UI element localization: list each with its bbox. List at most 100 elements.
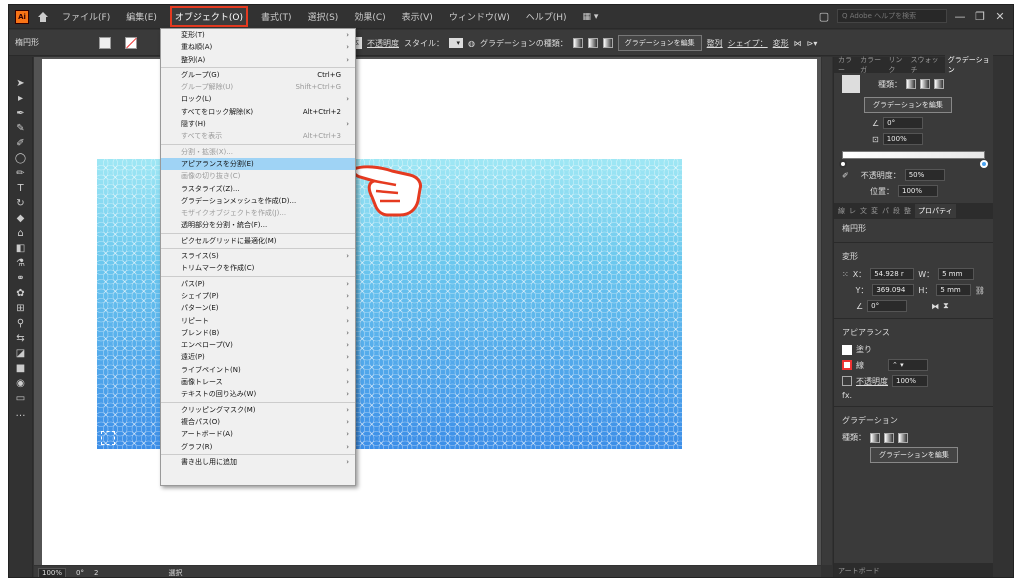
blend-tool-icon[interactable]: ⚭ — [14, 272, 28, 286]
draw-mode-icon[interactable]: ◉ — [14, 377, 28, 391]
prop-freeform-icon[interactable] — [898, 432, 908, 443]
stroke-swatch[interactable] — [125, 36, 137, 49]
object-menu-item[interactable]: リピート › — [161, 315, 355, 327]
object-menu-item[interactable]: シェイプ(P) › — [161, 290, 355, 302]
artboard[interactable] — [42, 59, 817, 565]
gradient-stop-right[interactable] — [980, 160, 988, 168]
tab-layers[interactable]: レ — [849, 206, 856, 216]
gradient-aspect-input[interactable]: 100% — [882, 133, 923, 145]
menu-window[interactable]: ウィンドウ(W) — [446, 8, 513, 25]
ellipse-tool-icon[interactable]: ◯ — [14, 152, 28, 166]
menu-help[interactable]: ヘルプ(H) — [523, 8, 570, 25]
gradient-edit-button[interactable]: グラデーションを編集 — [864, 97, 952, 113]
object-menu-item[interactable]: パターン(E) › — [161, 302, 355, 314]
brush-tool-icon[interactable]: ✐ — [14, 137, 28, 151]
object-menu-item[interactable]: 遠近(P) › — [161, 351, 355, 363]
tab-transform[interactable]: 変 — [871, 206, 878, 216]
tab-gradient[interactable]: グラデーション — [944, 53, 994, 77]
minimize-icon[interactable]: — — [953, 10, 967, 23]
zoom-tool-icon[interactable]: ⚲ — [14, 317, 28, 331]
fx-button[interactable]: fx. — [842, 391, 852, 400]
menu-file[interactable]: ファイル(F) — [59, 8, 113, 25]
swap-colors-icon[interactable]: ⇆ — [14, 332, 28, 346]
isolate-icon[interactable]: ⊳▾ — [807, 39, 818, 48]
tab-links[interactable]: リンク — [888, 55, 906, 75]
tab-pathfinder[interactable]: パ — [882, 206, 889, 216]
object-menu-item[interactable]: グラフ(R) › — [161, 441, 355, 453]
gradient-angle-input[interactable]: 0° — [883, 117, 924, 129]
linear-gradient-icon[interactable] — [572, 38, 583, 48]
object-menu-item[interactable]: ロック(L) › — [161, 93, 355, 105]
linear-type-icon[interactable] — [906, 79, 916, 89]
fill-swatch[interactable] — [99, 36, 111, 49]
radial-type-icon[interactable] — [920, 79, 930, 89]
artboard-tool-icon[interactable]: ⊞ — [14, 302, 28, 316]
object-menu-item[interactable]: ラスタライズ(Z)... — [161, 183, 355, 195]
align-label[interactable]: 整列 — [707, 38, 723, 49]
stroke-color-swatch[interactable] — [842, 360, 852, 370]
tab-swatches[interactable]: スウォッチ — [911, 55, 941, 75]
close-icon[interactable]: ✕ — [993, 10, 1007, 23]
rotate-input[interactable]: 0° — [867, 300, 908, 312]
object-menu-item[interactable]: ピクセルグリッドに最適化(M) — [161, 235, 355, 247]
opacity-label[interactable]: 不透明度 — [367, 38, 399, 49]
gradient-stop-left[interactable] — [839, 160, 847, 168]
pencil-tool-icon[interactable]: ✏ — [14, 167, 28, 181]
prop-linear-icon[interactable] — [870, 432, 880, 443]
object-menu-item[interactable]: 透明部分を分割・統合(F)... — [161, 219, 355, 231]
transform-icon[interactable]: ⋈ — [794, 39, 802, 48]
menu-edit[interactable]: 編集(E) — [123, 8, 160, 25]
object-menu-item[interactable]: スライス(S) › — [161, 250, 355, 262]
x-input[interactable]: 54.928 r — [870, 268, 915, 280]
shape-label[interactable]: シェイプ： — [728, 38, 768, 49]
prop-gradient-edit-button[interactable]: グラデーションを編集 — [870, 447, 958, 463]
pen-tool-icon[interactable]: ✒ — [14, 107, 28, 121]
object-menu-item[interactable]: ライブペイント(N) › — [161, 364, 355, 376]
object-menu-item[interactable]: 重ね順(A) › — [161, 41, 355, 53]
more-tools-icon[interactable]: … — [14, 407, 28, 421]
object-menu-item[interactable]: 隠す(H) › — [161, 118, 355, 130]
edit-gradient-button[interactable]: グラデーションを編集 — [617, 35, 702, 51]
freeform-type-icon[interactable] — [934, 79, 944, 89]
object-menu-item[interactable]: パス(P) › — [161, 278, 355, 290]
rotate-tool-icon[interactable]: ↻ — [14, 197, 28, 211]
menu-select[interactable]: 選択(S) — [305, 8, 342, 25]
eyedropper-icon[interactable]: ✐ — [842, 171, 849, 180]
object-menu-item[interactable]: テキストの回り込み(W) › — [161, 388, 355, 400]
object-menu-item[interactable]: 書き出し用に追加 › — [161, 456, 355, 468]
symbol-sprayer-tool-icon[interactable]: ✿ — [14, 287, 28, 301]
menu-object[interactable]: オブジェクト(O) — [169, 6, 249, 27]
object-menu-item[interactable]: 整列(A) › — [161, 54, 355, 66]
style-select[interactable]: ▾ — [449, 38, 463, 48]
color-mode-icon[interactable]: ■ — [14, 362, 28, 376]
tab-color-guide[interactable]: カラーガ — [860, 55, 884, 75]
prop-radial-icon[interactable] — [884, 432, 894, 443]
object-menu-item[interactable]: すべてをロック解除(K) Alt+Ctrl+2 — [161, 106, 355, 118]
tab-paragraph[interactable]: 段 — [893, 206, 900, 216]
object-menu-item[interactable]: 画像トレース › — [161, 376, 355, 388]
workspace-switcher-icon[interactable]: ▦ ▾ — [580, 10, 602, 24]
help-search-input[interactable]: Q Adobe ヘルプを検索 — [837, 9, 947, 23]
selected-ellipse[interactable] — [101, 431, 115, 445]
type-tool-icon[interactable]: T — [14, 182, 28, 196]
h-input[interactable]: 5 mm — [936, 284, 971, 296]
object-menu-item[interactable]: グループ(G) Ctrl+G — [161, 69, 355, 81]
tab-color[interactable]: カラー — [838, 55, 856, 75]
arrange-documents-icon[interactable]: ▢ — [817, 10, 831, 23]
gradient-location-input[interactable]: 100% — [898, 185, 938, 197]
w-input[interactable]: 5 mm — [938, 268, 975, 280]
object-menu-item[interactable]: ブレンド(B) › — [161, 327, 355, 339]
fill-stroke-icon[interactable]: ◪ — [14, 347, 28, 361]
tab-artboards[interactable]: アートボード — [838, 566, 880, 576]
y-input[interactable]: 369.094 — [872, 284, 915, 296]
screen-mode-icon[interactable]: ▭ — [14, 392, 28, 406]
panel-collapse-strip[interactable] — [993, 57, 1013, 577]
object-menu-item[interactable]: アピアランスを分割(E) — [161, 157, 355, 171]
tab-character[interactable]: 文 — [860, 206, 867, 216]
canvas[interactable] — [34, 57, 821, 565]
eraser-tool-icon[interactable]: ◆ — [14, 212, 28, 226]
gradient-preview-swatch[interactable] — [842, 75, 860, 93]
shape-builder-tool-icon[interactable]: ◧ — [14, 242, 28, 256]
object-menu-item[interactable]: アートボード(A) › — [161, 428, 355, 440]
reference-point-icon[interactable]: ⁙ — [842, 270, 849, 279]
